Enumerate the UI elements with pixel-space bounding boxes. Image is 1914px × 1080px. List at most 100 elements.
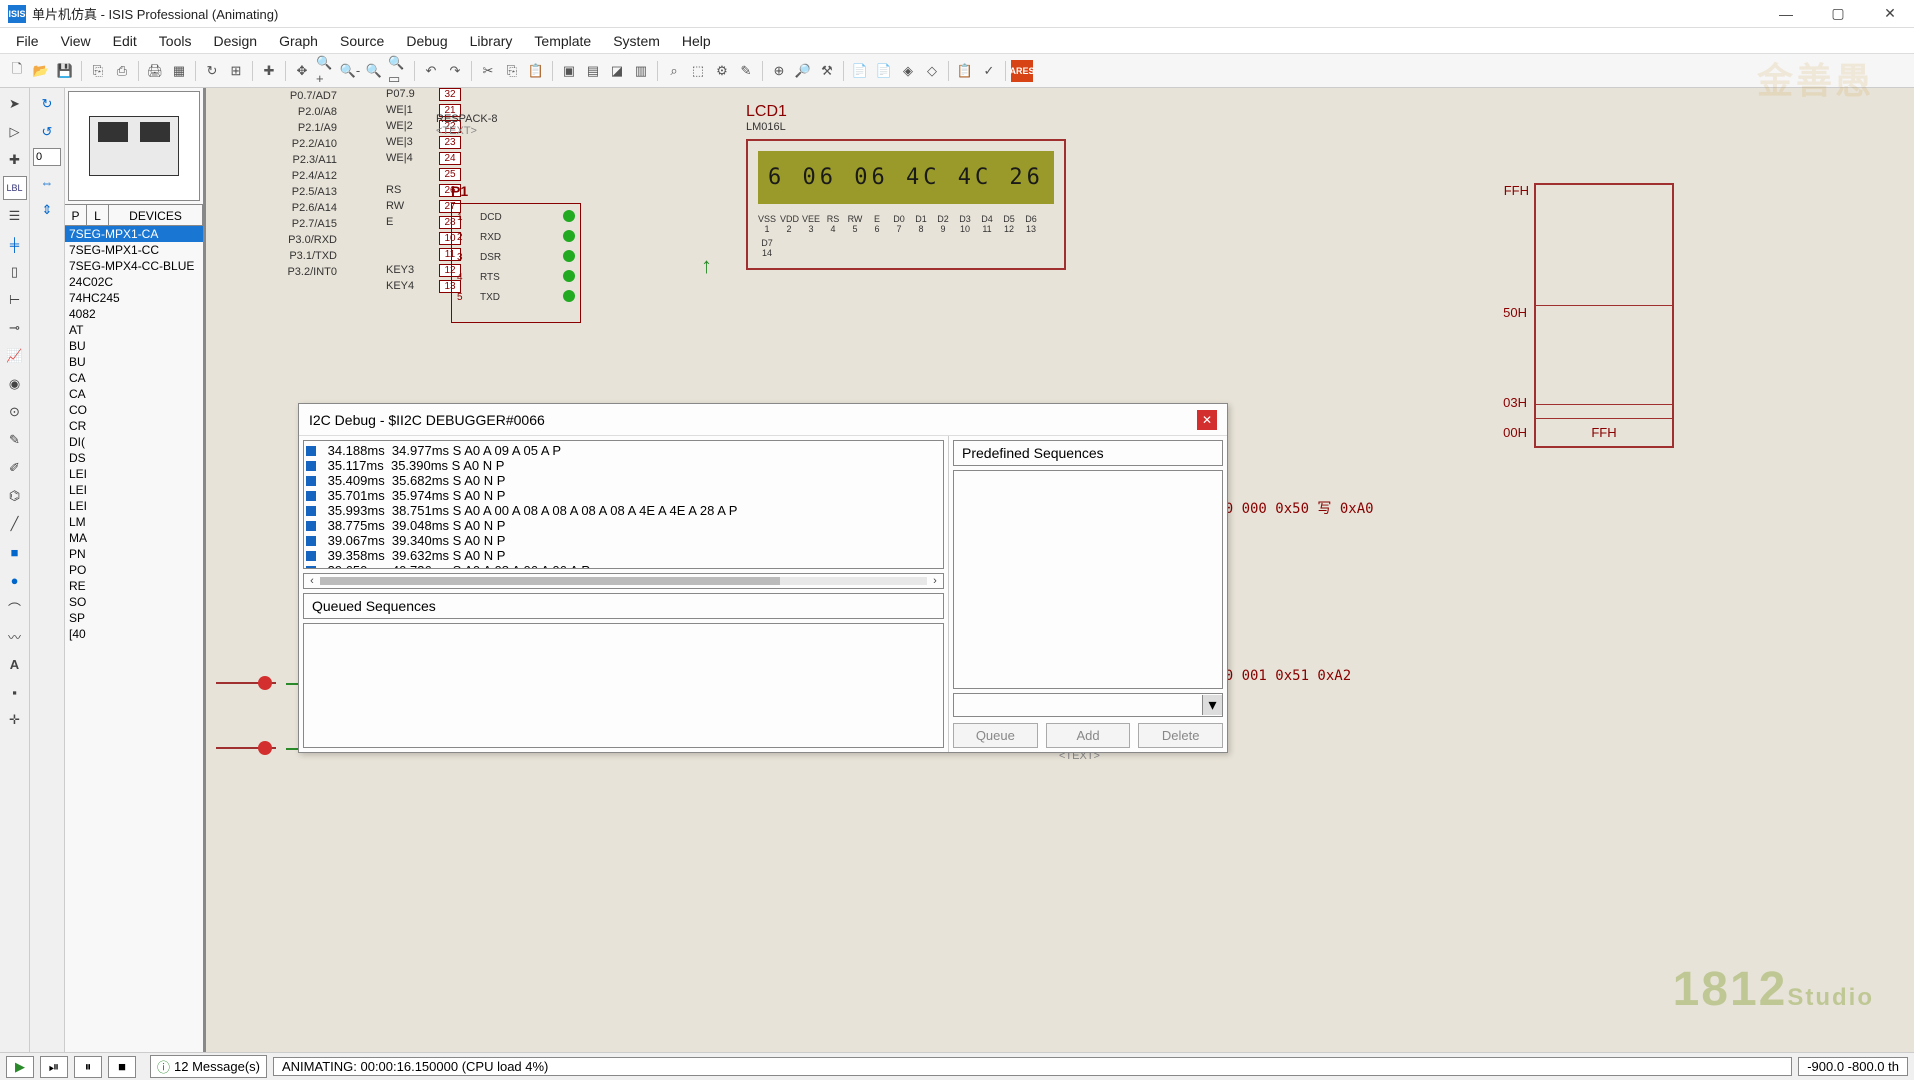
box-icon[interactable]: ■: [3, 540, 27, 564]
dialog-close-button[interactable]: ✕: [1197, 410, 1217, 430]
new-icon[interactable]: 🗋: [6, 60, 28, 82]
package-icon[interactable]: ⚙: [711, 60, 733, 82]
search-icon[interactable]: 🔎: [792, 60, 814, 82]
zoom-in-icon[interactable]: 🔍+: [315, 60, 337, 82]
probe-v-icon[interactable]: ✎: [3, 428, 27, 452]
col-p[interactable]: P: [65, 205, 87, 225]
pick-icon[interactable]: ⌕: [663, 60, 685, 82]
device-list[interactable]: 7SEG-MPX1-CA 7SEG-MPX1-CC 7SEG-MPX4-CC-B…: [65, 226, 203, 1052]
menu-file[interactable]: File: [6, 30, 49, 52]
log-row[interactable]: 35.117ms 35.390ms S A0 N P: [306, 458, 941, 473]
wire-auto-icon[interactable]: ⊕: [768, 60, 790, 82]
device-item[interactable]: BU: [65, 354, 203, 370]
tape-icon[interactable]: ◉: [3, 372, 27, 396]
log-row[interactable]: 39.067ms 39.340ms S A0 N P: [306, 533, 941, 548]
block-rotate-icon[interactable]: ◪: [606, 60, 628, 82]
schematic-canvas[interactable]: P0.7/AD732P07.9P2.0/A821WE|1P2.1/A922WE|…: [205, 88, 1914, 1052]
horizontal-scrollbar[interactable]: ‹ ›: [303, 573, 944, 589]
minimize-button[interactable]: —: [1770, 4, 1802, 24]
predefined-sequences-body[interactable]: [953, 470, 1223, 689]
device-item[interactable]: LEI: [65, 482, 203, 498]
undo-icon[interactable]: ↶: [420, 60, 442, 82]
device-item[interactable]: CO: [65, 402, 203, 418]
remove-sheet-icon[interactable]: 📄: [873, 60, 895, 82]
lbl-icon[interactable]: LBL: [3, 176, 27, 200]
device-item[interactable]: CA: [65, 386, 203, 402]
device-item[interactable]: PN: [65, 546, 203, 562]
device-item[interactable]: LEI: [65, 498, 203, 514]
menu-system[interactable]: System: [603, 30, 670, 52]
zoom-sheet-icon[interactable]: ◇: [921, 60, 943, 82]
bus-icon[interactable]: ╪: [3, 232, 27, 256]
menu-tools[interactable]: Tools: [149, 30, 202, 52]
maximize-button[interactable]: ▢: [1822, 4, 1854, 24]
device-item[interactable]: RE: [65, 578, 203, 594]
device-item[interactable]: DS: [65, 450, 203, 466]
print-icon[interactable]: 🖨: [144, 60, 166, 82]
push-button-1[interactable]: [216, 668, 276, 698]
log-row[interactable]: 39.650ms 40.736ms S A0 A 08 A 06 A 06 A …: [306, 563, 941, 569]
device-item[interactable]: LM: [65, 514, 203, 530]
device-item[interactable]: 4082: [65, 306, 203, 322]
area-icon[interactable]: ▦: [168, 60, 190, 82]
i2c-log[interactable]: 34.188ms 34.977ms S A0 A 09 A 05 A P 35.…: [303, 440, 944, 569]
save-icon[interactable]: 💾: [54, 60, 76, 82]
pan-icon[interactable]: ✥: [291, 60, 313, 82]
ares-icon[interactable]: ARES: [1011, 60, 1033, 82]
arc-icon[interactable]: ⌒: [3, 596, 27, 620]
rotate-cw-icon[interactable]: ↻: [35, 92, 59, 116]
device-item[interactable]: [40: [65, 626, 203, 642]
device-item[interactable]: 7SEG-MPX1-CC: [65, 242, 203, 258]
script-icon[interactable]: ☰: [3, 204, 27, 228]
scroll-right-icon[interactable]: ›: [927, 575, 943, 587]
pin-icon[interactable]: ⊸: [3, 316, 27, 340]
import-icon[interactable]: ⎘: [87, 60, 109, 82]
status-messages[interactable]: ⓘ 12 Message(s): [150, 1055, 267, 1078]
push-button-2[interactable]: [216, 733, 276, 763]
make-device-icon[interactable]: ⬚: [687, 60, 709, 82]
delete-button[interactable]: Delete: [1138, 723, 1223, 748]
symbol-icon[interactable]: ▪: [3, 680, 27, 704]
device-item[interactable]: 7SEG-MPX1-CA: [65, 226, 203, 242]
cut-icon[interactable]: ✂: [477, 60, 499, 82]
device-item[interactable]: PO: [65, 562, 203, 578]
block-move-icon[interactable]: ▤: [582, 60, 604, 82]
block-copy-icon[interactable]: ▣: [558, 60, 580, 82]
block-delete-icon[interactable]: ▥: [630, 60, 652, 82]
open-icon[interactable]: 📂: [30, 60, 52, 82]
rotate-ccw-icon[interactable]: ↺: [35, 120, 59, 144]
menu-help[interactable]: Help: [672, 30, 721, 52]
device-item[interactable]: 74HC245: [65, 290, 203, 306]
device-item[interactable]: CA: [65, 370, 203, 386]
instrument-icon[interactable]: ⌬: [3, 484, 27, 508]
device-item[interactable]: SP: [65, 610, 203, 626]
origin-icon[interactable]: ✚: [258, 60, 280, 82]
device-item[interactable]: MA: [65, 530, 203, 546]
redo-icon[interactable]: ↷: [444, 60, 466, 82]
generator-icon[interactable]: ⊙: [3, 400, 27, 424]
zoom-all-icon[interactable]: 🔍: [363, 60, 385, 82]
log-row[interactable]: 39.358ms 39.632ms S A0 N P: [306, 548, 941, 563]
log-row[interactable]: 35.409ms 35.682ms S A0 N P: [306, 473, 941, 488]
zoom-out-icon[interactable]: 🔍-: [339, 60, 361, 82]
menu-graph[interactable]: Graph: [269, 30, 328, 52]
scrollbar-thumb[interactable]: [320, 577, 780, 585]
queued-sequences-body[interactable]: [303, 623, 944, 748]
step-button[interactable]: ⏯: [40, 1056, 68, 1078]
device-item[interactable]: SO: [65, 594, 203, 610]
menu-source[interactable]: Source: [330, 30, 394, 52]
device-item[interactable]: 7SEG-MPX4-CC-BLUE: [65, 258, 203, 274]
bom-icon[interactable]: 📋: [954, 60, 976, 82]
log-row[interactable]: 38.775ms 39.048ms S A0 N P: [306, 518, 941, 533]
menu-design[interactable]: Design: [203, 30, 267, 52]
angle-input[interactable]: [33, 148, 61, 166]
dialog-title-bar[interactable]: I2C Debug - $II2C DEBUGGER#0066 ✕: [299, 404, 1227, 436]
menu-debug[interactable]: Debug: [396, 30, 457, 52]
terminal-icon[interactable]: ⊢: [3, 288, 27, 312]
menu-edit[interactable]: Edit: [103, 30, 147, 52]
zoom-area-icon[interactable]: 🔍▭: [387, 60, 409, 82]
log-row[interactable]: 35.993ms 38.751ms S A0 A 00 A 08 A 08 A …: [306, 503, 941, 518]
add-button[interactable]: Add: [1046, 723, 1131, 748]
queue-button[interactable]: Queue: [953, 723, 1038, 748]
junction-icon[interactable]: ✚: [3, 148, 27, 172]
